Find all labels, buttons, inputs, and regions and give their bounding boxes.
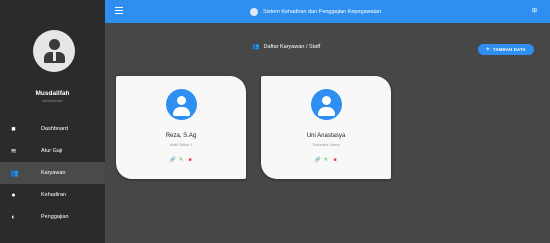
sidebar-item-atur-gaji[interactable]: ≋ Atur Gaji [0,140,105,162]
plus-icon: + [486,46,490,53]
employee-role: Sekretaris Utama [312,143,340,147]
sidebar-item-label: Karyawan [41,170,66,176]
people-icon: 👥 [10,169,19,177]
sidebar-item-label: Atur Gaji [41,148,63,154]
card-actions: 🔗 ✎ ■ [116,158,246,163]
person-icon [166,89,197,120]
edit-icon[interactable]: ✎ [324,158,329,163]
top-app-bar: Sistem Kehadiran dan Penggajian Kepegawa… [105,0,550,23]
user-name: Musdalifah [35,90,70,97]
employee-role: Wakil Rektor 1 [169,143,193,147]
sidebar-item-label: Dashboard [41,126,68,132]
employee-card: Reza, S.Ag Wakil Rektor 1 🔗 ✎ ■ [116,76,246,179]
app-logo-icon [250,7,258,16]
delete-icon[interactable]: ■ [333,158,338,163]
delete-icon[interactable]: ■ [188,158,193,163]
edit-icon[interactable]: ✎ [179,158,184,163]
sidebar-item-kehadiran[interactable]: ● Kehadiran [0,184,105,206]
sidebar: Musdalifah Administrator ■ Dashboard ≋ A… [0,0,105,243]
user-role: Administrator [42,99,63,103]
sidebar-item-dashboard[interactable]: ■ Dashboard [0,118,105,140]
employee-card: Uni Anastasya Sekretaris Utama 🔗 ✎ ■ [261,76,391,179]
settings-icon[interactable]: ⊞ [532,8,538,14]
card-actions: 🔗 ✎ ■ [261,158,391,163]
people-icon: 👥 [252,44,260,50]
payroll-icon: ◐ [11,213,16,221]
add-data-label: TAMBAH DATA [492,47,526,52]
sidebar-item-label: Penggajian [41,214,69,220]
avatar [33,30,75,72]
money-icon: ≋ [10,147,17,155]
menu-icon[interactable] [115,7,123,15]
app-title-group: Sistem Kehadiran dan Penggajian Kepegawa… [250,0,381,23]
sidebar-item-karyawan[interactable]: 👥 Karyawan [0,162,105,184]
section-header: 👥 Daftar Karyawan / Staff [252,43,321,51]
page-title: Daftar Karyawan / Staff [263,43,321,50]
link-icon[interactable]: 🔗 [315,158,321,163]
person-icon [311,89,342,120]
sidebar-item-label: Kehadiran [41,192,67,198]
dashboard-icon: ■ [11,125,16,133]
add-data-button[interactable]: + TAMBAH DATA [478,44,534,55]
employee-name: Uni Anastasya [306,133,346,139]
attendance-icon: ● [11,191,16,199]
app-title: Sistem Kehadiran dan Penggajian Kepegawa… [263,8,382,15]
link-icon[interactable]: 🔗 [170,158,176,163]
sidebar-item-penggajian[interactable]: ◐ Penggajian [0,206,105,228]
employee-name: Reza, S.Ag [165,133,197,139]
